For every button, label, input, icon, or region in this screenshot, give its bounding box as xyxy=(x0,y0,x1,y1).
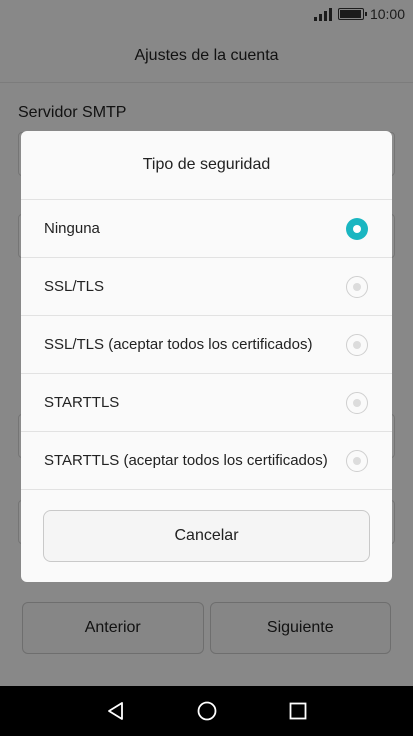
recents-square-icon[interactable] xyxy=(288,701,308,721)
option-label: STARTTLS xyxy=(44,394,120,411)
dialog-title: Tipo de seguridad xyxy=(21,131,392,200)
option-label: Ninguna xyxy=(44,220,100,237)
option-none[interactable]: Ninguna xyxy=(21,200,392,258)
radio-unselected-icon[interactable] xyxy=(346,449,368,472)
back-triangle-icon[interactable] xyxy=(106,701,126,721)
option-starttls-accept-all[interactable]: STARTTLS (aceptar todos los certificados… xyxy=(21,432,392,490)
option-label: SSL/TLS xyxy=(44,278,105,295)
radio-unselected-icon[interactable] xyxy=(346,391,368,414)
navigation-bar xyxy=(0,686,413,736)
option-ssl-tls[interactable]: SSL/TLS xyxy=(21,258,392,316)
security-type-dialog: Tipo de seguridad Ninguna SSL/TLS SSL/TL… xyxy=(21,131,392,582)
option-label: SSL/TLS (aceptar todos los certificados) xyxy=(44,336,313,353)
radio-unselected-icon[interactable] xyxy=(346,275,368,298)
dialog-actions: Cancelar xyxy=(21,490,392,562)
cancel-button[interactable]: Cancelar xyxy=(43,510,370,562)
home-circle-icon[interactable] xyxy=(196,700,218,722)
option-ssl-tls-accept-all[interactable]: SSL/TLS (aceptar todos los certificados) xyxy=(21,316,392,374)
option-starttls[interactable]: STARTTLS xyxy=(21,374,392,432)
option-label: STARTTLS (aceptar todos los certificados… xyxy=(44,452,328,469)
radio-unselected-icon[interactable] xyxy=(346,333,368,356)
radio-selected-icon[interactable] xyxy=(346,217,368,240)
